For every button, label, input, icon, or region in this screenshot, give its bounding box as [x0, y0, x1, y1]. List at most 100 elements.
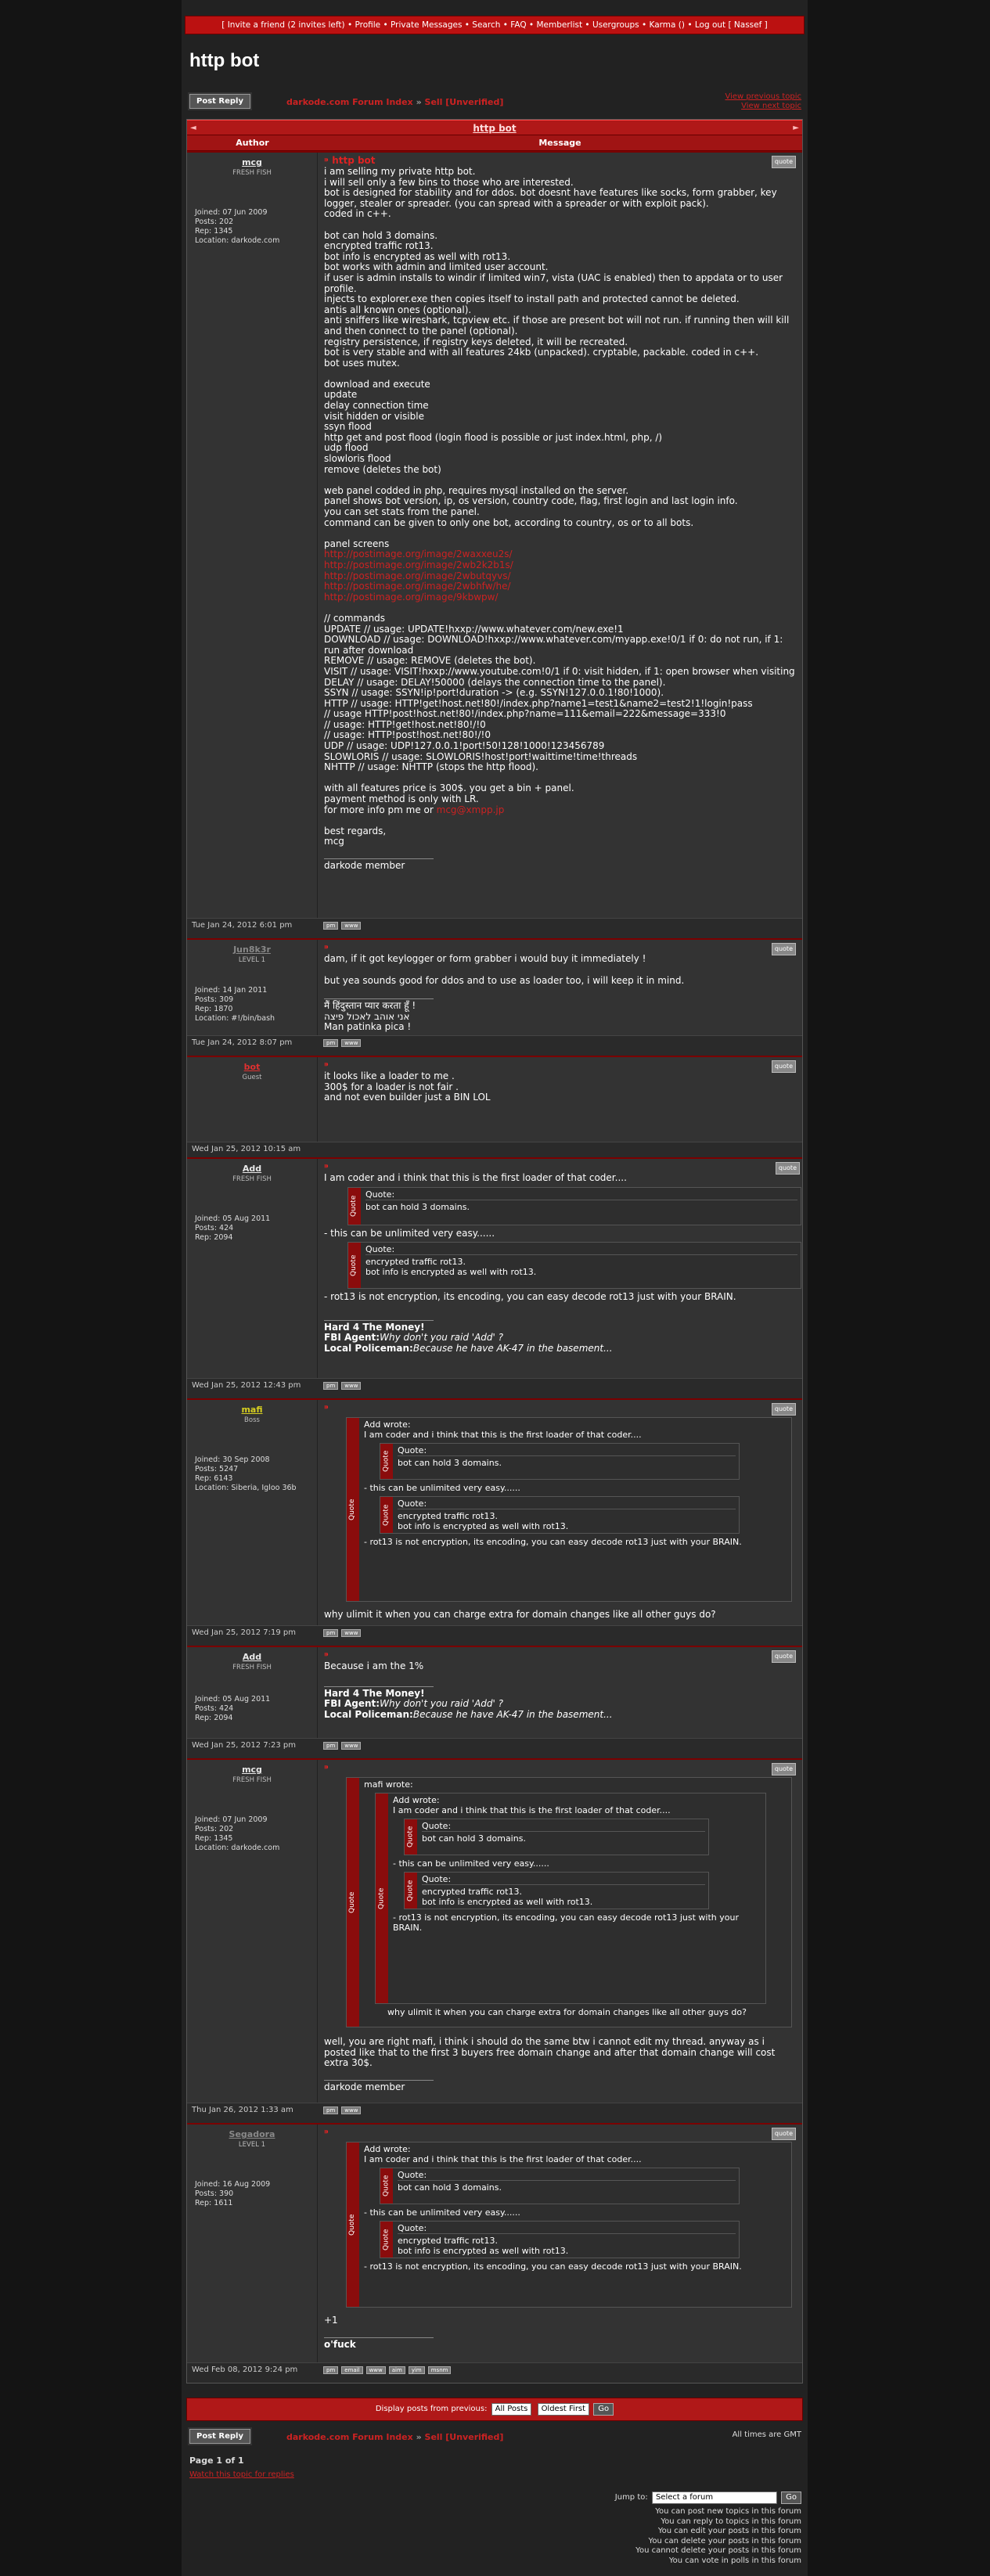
post-footer: Thu Jan 26, 2012 1:33 am pm www [187, 2103, 802, 2123]
post-text: bot uses mutex. [324, 357, 400, 369]
timezone-note: All times are GMT [732, 2430, 801, 2439]
signature-divider [324, 998, 434, 1000]
quote-button[interactable]: quote [771, 1060, 796, 1073]
prev-topic-link[interactable]: View previous topic [725, 92, 801, 102]
quote-title: Quote: [398, 1445, 736, 1456]
post-text: slowloris flood [324, 453, 391, 465]
quote-text: I am coder and i think that this is the … [364, 2154, 642, 2164]
quote-button[interactable]: quote [771, 1403, 796, 1416]
pm-button[interactable]: pm [323, 1382, 339, 1390]
post-footer: Wed Jan 25, 2012 7:19 pm pm www [187, 1625, 802, 1646]
post-reply-button[interactable]: Post Reply [189, 2429, 250, 2444]
quote-button[interactable]: quote [775, 1162, 800, 1175]
user-meta: Joined: 07 Jun 2009 Posts: 202 Rep: 1345… [190, 208, 314, 246]
username[interactable]: Add [190, 1164, 314, 1174]
permission-line: You can vote in polls in this forum [668, 2556, 801, 2565]
post-icon: ⁍ [324, 1762, 329, 1773]
www-button[interactable]: www [341, 1629, 362, 1637]
user-rank: FRESH FISH [232, 1664, 272, 1671]
www-button[interactable]: www [341, 1039, 362, 1047]
post-reply-button[interactable]: Post Reply [189, 94, 250, 109]
screenshot-link[interactable]: http://postimage.org/image/2wbhfw/he/ [324, 581, 797, 592]
post-author: Jun8k3r LEVEL 1 Joined: 14 Jan 2011 Post… [187, 940, 318, 1035]
username[interactable]: Add [190, 1652, 314, 1662]
post-author: mafi Boss Joined: 30 Sep 2008 Posts: 524… [187, 1400, 318, 1625]
next-topic-link[interactable]: View next topic [725, 102, 801, 111]
quote-button[interactable]: quote [771, 1650, 796, 1663]
email-button[interactable]: email [341, 2366, 363, 2374]
www-button[interactable]: www [341, 2106, 362, 2114]
aim-button[interactable]: aim [388, 2366, 405, 2374]
pm-button[interactable]: pm [323, 2366, 339, 2374]
pm-button[interactable]: pm [323, 1742, 339, 1750]
username[interactable]: mcg [190, 1765, 314, 1775]
meta-joined: Joined: 05 Aug 2011 [195, 1214, 271, 1223]
pm-button[interactable]: pm [323, 1039, 339, 1047]
watch-topic-link[interactable]: Watch this topic for replies [189, 2470, 808, 2479]
quote-button[interactable]: quote [771, 1763, 796, 1775]
post-head: ⁍ quote [324, 1060, 797, 1073]
topic-title[interactable]: http bot [473, 123, 516, 134]
www-button[interactable]: www [341, 1742, 362, 1750]
nested-quote: Quote Quote: bot can hold 3 domains. [380, 1443, 740, 1480]
forum-link[interactable]: Sell [Unverified] [425, 97, 504, 107]
go-button[interactable]: Go [593, 2403, 614, 2416]
yim-button[interactable]: yim [408, 2366, 425, 2374]
pm-button[interactable]: pm [323, 2106, 339, 2114]
quote-author: Add wrote: [364, 2144, 411, 2154]
post: mafi Boss Joined: 30 Sep 2008 Posts: 524… [187, 1398, 802, 1625]
order-select[interactable]: Oldest First [537, 2403, 590, 2416]
screenshot-link[interactable]: http://postimage.org/image/9kbwpw/ [324, 592, 797, 603]
username[interactable]: Jun8k3r [190, 944, 314, 955]
www-button[interactable]: www [341, 922, 362, 930]
www-button[interactable]: www [341, 1382, 362, 1390]
contact-link[interactable]: mcg@xmpp.jp [437, 804, 505, 815]
meta-location: Location: darkode.com [195, 1844, 280, 1852]
post-body: i am selling my private http bot. i will … [324, 166, 797, 872]
pm-button[interactable]: pm [323, 922, 339, 930]
post-text: and not even builder just a BIN LOL [324, 1092, 491, 1103]
quote-block: Quote Add wrote: I am coder and i think … [346, 2142, 792, 2308]
quote-block: Quote Add wrote: I am coder and i think … [346, 1417, 792, 1602]
top-nav[interactable]: [ Invite a friend (2 invites left) • Pro… [185, 16, 805, 34]
meta-posts: Posts: 202 [195, 218, 234, 226]
contact-line: for more info pm me or mcg@xmpp.jp [324, 804, 505, 815]
meta-rep: Rep: 6143 [195, 1474, 233, 1483]
user-rank: LEVEL 1 [238, 956, 266, 964]
screenshot-link[interactable]: http://postimage.org/image/2wbutqyvs/ [324, 570, 797, 582]
pm-button[interactable]: pm [323, 1629, 339, 1637]
post-text: remove (deletes the bot) [324, 463, 441, 475]
forum-index-link[interactable]: darkode.com Forum Index [286, 97, 413, 107]
quote-text: encrypted traffic rot13. [422, 1887, 522, 1897]
quote-content: Add wrote: I am coder and i think that t… [359, 1418, 791, 1601]
post-text: http get and post flood (login flood is … [324, 431, 663, 443]
meta-posts: Posts: 424 [195, 1224, 234, 1232]
permissions: You can post new topics in this forum Yo… [635, 2507, 801, 2566]
quote-text: - this can be unlimited very easy...... [393, 1858, 549, 1869]
screenshot-link[interactable]: http://postimage.org/image/2wb2k2b1s/ [324, 559, 797, 571]
nested-quote: Quote Quote: bot can hold 3 domains. [404, 1819, 709, 1855]
forum-index-link[interactable]: darkode.com Forum Index [286, 2432, 413, 2442]
username[interactable]: mcg [190, 157, 314, 167]
quote-button[interactable]: quote [771, 156, 796, 168]
jump-go-button[interactable]: Go [781, 2491, 801, 2504]
post-head: ⁍ quote [324, 1650, 797, 1663]
msnm-button[interactable]: msnm [427, 2366, 452, 2374]
forum-select[interactable]: Select a forum [651, 2491, 777, 2504]
meta-rep: Rep: 1345 [195, 227, 233, 236]
username[interactable]: mafi [190, 1405, 314, 1415]
quote-content: Add wrote: I am coder and i think that t… [388, 1793, 765, 2003]
screenshot-link[interactable]: http://postimage.org/image/2waxxeu2s/ [324, 549, 797, 560]
days-select[interactable]: All Posts [491, 2403, 532, 2416]
meta-location: Location: Siberia, Igloo 36b [195, 1484, 297, 1492]
quote-button[interactable]: quote [771, 943, 796, 955]
username[interactable]: Segadora [190, 2129, 314, 2139]
arrow-left-icon: ◄ [190, 124, 196, 132]
post-footer: Tue Jan 24, 2012 8:07 pm pm www [187, 1035, 802, 1056]
www-button[interactable]: www [365, 2366, 386, 2374]
quote-text: encrypted traffic rot13. [398, 1511, 498, 1521]
quote-button[interactable]: quote [771, 2128, 796, 2140]
quote-text: bot can hold 3 domains. [398, 1458, 502, 1468]
forum-link[interactable]: Sell [Unverified] [425, 2432, 504, 2442]
quote-sidebar: Quote [405, 1873, 417, 1909]
